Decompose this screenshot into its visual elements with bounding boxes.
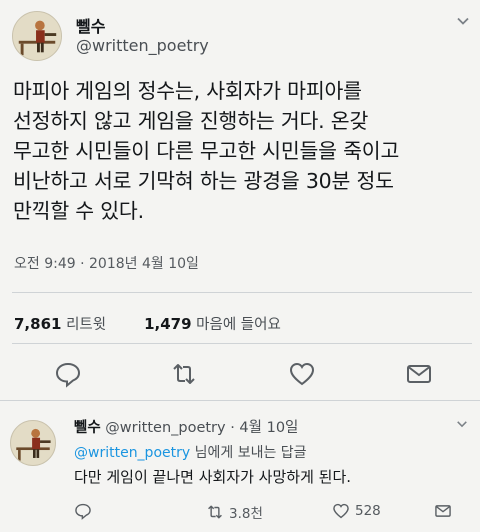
like-button[interactable] bbox=[288, 360, 316, 388]
avatar[interactable] bbox=[10, 420, 56, 466]
tweet-timestamp[interactable]: 오전 9:49 · 2018년 4월 10일 bbox=[14, 253, 199, 273]
comment-bubble-icon bbox=[55, 362, 81, 388]
user-handle[interactable]: @written_poetry bbox=[76, 36, 209, 55]
reply-header: 뻴수 @written_poetry · 4월 10일 bbox=[74, 416, 298, 437]
retweet-stat[interactable]: 7,861 리트윗 bbox=[14, 315, 107, 333]
retweet-count: 7,861 bbox=[14, 315, 62, 333]
avatar-image bbox=[11, 421, 55, 465]
reply-text: 다만 게임이 끝나면 사회자가 사망하게 된다. bbox=[74, 468, 352, 486]
like-count: 1,479 bbox=[144, 315, 192, 333]
reply-handle[interactable]: @written_poetry bbox=[105, 420, 225, 436]
avatar[interactable] bbox=[12, 11, 62, 61]
chevron-down-icon[interactable] bbox=[456, 418, 468, 430]
envelope-icon bbox=[407, 365, 431, 383]
message-button[interactable] bbox=[405, 360, 433, 388]
heart-icon bbox=[333, 503, 349, 519]
retweet-icon bbox=[208, 505, 222, 519]
tweet-text: 마피아 게임의 정수는, 사회자가 마피아를 선정하지 않고 게임을 진행하는 … bbox=[13, 79, 400, 223]
divider bbox=[12, 343, 472, 344]
reply-retweet-count: 3.8천 bbox=[229, 506, 263, 522]
reply-message-button[interactable] bbox=[434, 502, 452, 520]
chevron-down-icon[interactable] bbox=[456, 14, 470, 28]
avatar-image bbox=[13, 12, 61, 60]
tweet-stats: 7,861 리트윗 1,479 마음에 들어요 bbox=[14, 313, 281, 334]
reply-display-name[interactable]: 뻴수 bbox=[74, 420, 101, 436]
divider bbox=[12, 292, 472, 293]
reply-date[interactable]: · 4월 10일 bbox=[230, 420, 298, 436]
action-bar bbox=[0, 360, 480, 390]
retweet-button[interactable] bbox=[170, 360, 198, 388]
reply-button[interactable] bbox=[54, 360, 82, 388]
replying-to-suffix: 님에게 보내는 답글 bbox=[194, 445, 307, 461]
divider bbox=[0, 400, 480, 401]
reply-like-count: 528 bbox=[355, 503, 381, 519]
heart-icon bbox=[289, 362, 315, 386]
retweet-icon bbox=[173, 364, 195, 384]
reply-like-button[interactable]: 528 bbox=[332, 502, 381, 520]
replying-to-handle[interactable]: @written_poetry bbox=[74, 445, 190, 461]
display-name[interactable]: 뻴수 bbox=[76, 13, 105, 37]
retweet-label: 리트윗 bbox=[66, 317, 107, 333]
reply-action-bar: 3.8천 528 bbox=[0, 502, 480, 524]
reply-retweet-button[interactable]: 3.8천 bbox=[206, 502, 263, 522]
envelope-icon bbox=[435, 505, 451, 517]
reply-reply-button[interactable] bbox=[74, 502, 92, 520]
like-label: 마음에 들어요 bbox=[196, 317, 281, 333]
comment-bubble-icon bbox=[75, 503, 91, 520]
like-stat[interactable]: 1,479 마음에 들어요 bbox=[144, 315, 281, 333]
replying-to: @written_poetry 님에게 보내는 답글 bbox=[74, 442, 307, 462]
